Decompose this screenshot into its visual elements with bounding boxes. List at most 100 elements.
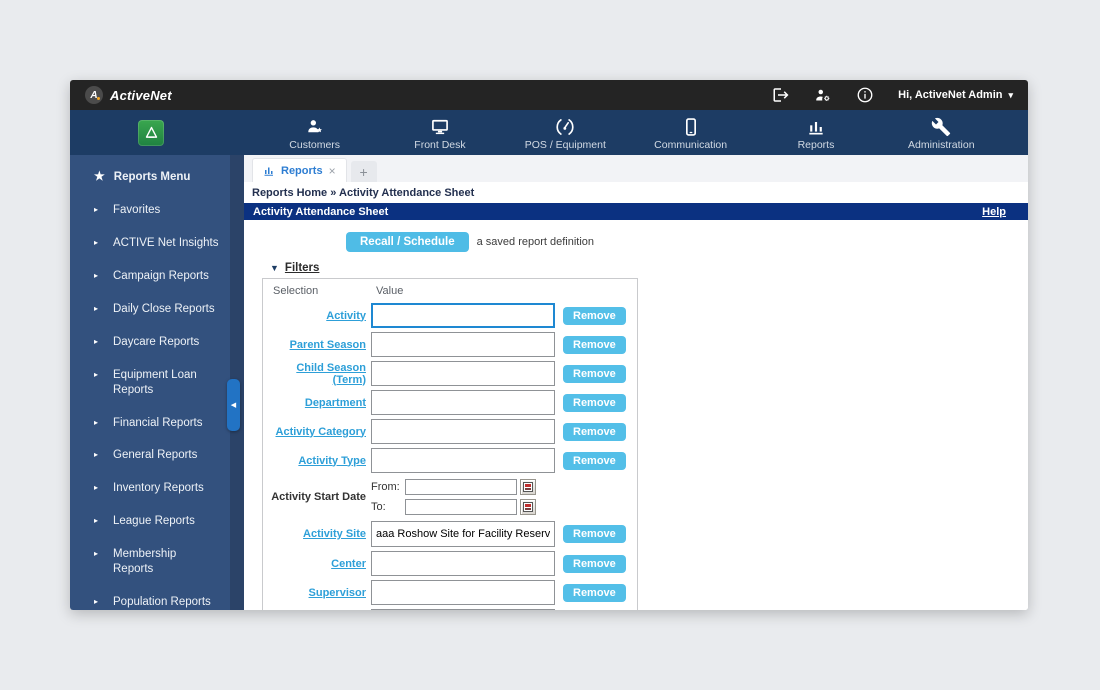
filter-label-link-activity-type[interactable]: Activity Type [263, 455, 371, 467]
expand-arrow-icon: ▸ [94, 450, 99, 460]
nav-item-label: POS / Equipment [524, 138, 606, 151]
filter-label-link-supervisor[interactable]: Supervisor [263, 587, 371, 599]
remove-button-child-season-term[interactable]: Remove [563, 364, 626, 383]
sidebar-item-campaign-reports[interactable]: ▸ Campaign Reports [70, 260, 230, 293]
filter-value-input-activity-category[interactable] [371, 419, 555, 444]
filter-value-input-supervisor[interactable] [371, 580, 555, 605]
filters-title: Filters [284, 262, 320, 274]
calendar-icon [523, 482, 533, 492]
topbar-action-icons [772, 86, 874, 104]
filter-row-activity-category: Activity Category Remove [263, 419, 637, 444]
filter-value-input-child-season-term[interactable] [371, 361, 555, 386]
recall-suffix-text: a saved report definition [476, 236, 595, 248]
tab-label: Reports [281, 164, 323, 177]
logout-icon[interactable] [772, 86, 790, 104]
expand-arrow-icon: ▸ [94, 303, 99, 313]
filters-toggle[interactable]: ▼ Filters [270, 262, 1028, 274]
remove-button-activity[interactable]: Remove [563, 306, 626, 325]
column-header-value: Value [376, 285, 404, 297]
plus-icon: + [359, 163, 368, 180]
content-area: Reports × + Reports Home » Activity Atte… [244, 155, 1028, 610]
filter-label-link-department[interactable]: Department [263, 397, 371, 409]
sidebar-item-reports-menu[interactable]: ★ Reports Menu [70, 161, 230, 194]
filter-value-input-center[interactable] [371, 551, 555, 576]
expand-arrow-icon: ▸ [94, 336, 99, 346]
filter-value-input-activity[interactable] [371, 303, 555, 328]
sidebar-item-inventory-reports[interactable]: ▸ Inventory Reports [70, 472, 230, 505]
sidebar-item-daycare-reports[interactable]: ▸ Daycare Reports [70, 326, 230, 359]
remove-button-activity-site[interactable]: Remove [563, 525, 626, 543]
remove-button-center[interactable]: Remove [563, 554, 626, 573]
expand-arrow-icon: ▸ [94, 369, 99, 379]
sidebar-item-favorites[interactable]: ▸ Favorites [70, 194, 230, 227]
filter-label-link-activity-site[interactable]: Activity Site [263, 528, 371, 540]
filter-label-activity-start-date: Activity Start Date [271, 491, 366, 503]
sidebar-item-financial-reports[interactable]: ▸ Financial Reports [70, 407, 230, 440]
remove-button-supervisor[interactable]: Remove [563, 583, 626, 602]
nav-item-communication[interactable]: Communication [649, 115, 733, 151]
filter-value-input-department[interactable] [371, 390, 555, 415]
calendar-picker-button[interactable] [520, 499, 536, 515]
filter-value-input-row[interactable] [371, 609, 555, 610]
expand-arrow-icon: ▸ [94, 516, 99, 526]
star-icon: ★ [94, 169, 105, 183]
date-to-input[interactable] [405, 499, 517, 515]
sidebar-item-population-reports[interactable]: ▸ Population Reports [70, 586, 230, 610]
active-green-logo-icon[interactable] [138, 119, 164, 146]
expand-arrow-icon: ▸ [94, 417, 99, 427]
sidebar-item-daily-close-reports[interactable]: ▸ Daily Close Reports [70, 293, 230, 326]
filter-label-link-parent-season[interactable]: Parent Season [263, 339, 371, 351]
breadcrumb[interactable]: Reports Home » Activity Attendance Sheet [244, 182, 1028, 203]
nav-item-customers[interactable]: Customers [273, 115, 357, 151]
to-label: To: [371, 501, 386, 513]
nav-item-pos-equipment[interactable]: POS / Equipment [523, 115, 607, 151]
collapse-left-icon: ◀ [230, 402, 237, 409]
tab-reports[interactable]: Reports × [252, 158, 347, 182]
column-header-selection: Selection [273, 285, 319, 297]
manage-users-icon[interactable] [814, 86, 832, 104]
sidebar-item-label: Campaign Reports [113, 269, 209, 282]
sidebar-item-label: Membership Reports [113, 548, 177, 576]
filter-row-department: Department Remove [263, 390, 637, 415]
recall-schedule-button[interactable]: Recall / Schedule [346, 232, 469, 252]
filter-label-link-activity[interactable]: Activity [263, 310, 371, 322]
reports-sidebar: ★ Reports Menu ▸ Favorites ▸ ACTIVE Net Insig… [70, 155, 230, 610]
nav-item-label: Front Desk [414, 138, 466, 151]
calendar-picker-button[interactable] [520, 479, 536, 495]
administration-icon [930, 117, 952, 137]
nav-item-front-desk[interactable]: Front Desk [398, 115, 482, 151]
filter-label-link-center[interactable]: Center [263, 558, 371, 570]
remove-button-activity-type[interactable]: Remove [563, 451, 626, 470]
help-link[interactable]: Help [982, 206, 1006, 218]
filter-value-input-activity-type[interactable] [371, 448, 555, 473]
sidebar-item-league-reports[interactable]: ▸ League Reports [70, 505, 230, 538]
nav-item-reports[interactable]: Reports [774, 115, 858, 151]
tab-close-icon[interactable]: × [329, 164, 336, 178]
user-menu[interactable]: Hi, ActiveNet Admin ▾ [898, 89, 1013, 101]
sidebar-collapse-handle[interactable]: ◀ [227, 379, 240, 431]
app-window: A ActiveNet Hi, ActiveNet Admin ▾ Custom… [70, 80, 1028, 610]
remove-button-department[interactable]: Remove [563, 393, 626, 412]
filter-label-link-child-season-term[interactable]: Child Season (Term) [263, 362, 371, 386]
filter-value-input-parent-season[interactable] [371, 332, 555, 357]
filter-label-link-activity-category[interactable]: Activity Category [263, 426, 371, 438]
nav-item-label: Communication [654, 138, 728, 151]
remove-button-activity-category[interactable]: Remove [563, 422, 626, 441]
sidebar-strip: ◀ [227, 155, 244, 610]
sidebar-item-label: Inventory Reports [113, 482, 204, 495]
caret-down-icon: ▾ [1008, 89, 1013, 100]
remove-button-parent-season[interactable]: Remove [563, 335, 626, 354]
date-from-input[interactable] [405, 479, 517, 495]
sidebar-item-membership-reports[interactable]: ▸ Membership Reports [70, 538, 230, 586]
sidebar-item-active-net-insights[interactable]: ▸ ACTIVE Net Insights [70, 227, 230, 260]
sidebar-item-equipment-loan-reports[interactable]: ▸ Equipment Loan Reports [70, 359, 230, 407]
sidebar-item-label: Daycare Reports [113, 335, 200, 348]
expand-arrow-icon: ▸ [94, 237, 99, 247]
tab-add-button[interactable]: + [350, 161, 377, 182]
nav-item-administration[interactable]: Administration [899, 115, 983, 151]
info-icon[interactable] [856, 86, 874, 104]
from-label: From: [371, 481, 400, 493]
calendar-icon [523, 502, 533, 512]
filter-value-input-activity-site[interactable] [371, 521, 555, 547]
sidebar-item-general-reports[interactable]: ▸ General Reports [70, 439, 230, 472]
